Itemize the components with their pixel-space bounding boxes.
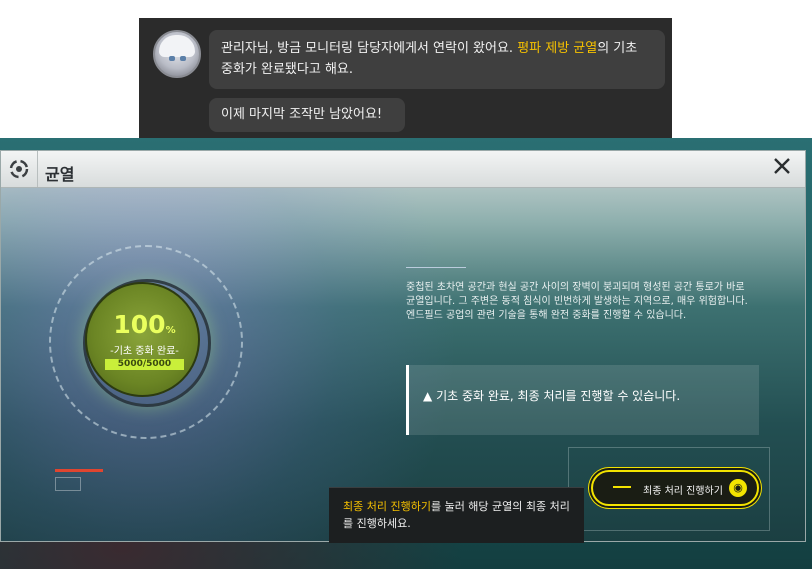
window-titlebar: 균열 bbox=[1, 151, 805, 188]
guide-tooltip: 최종 처리 진행하기를 눌러 해당 균열의 최종 처리를 진행하세요. bbox=[329, 487, 584, 543]
close-icon[interactable] bbox=[769, 156, 795, 182]
notice-text: ▲ 기초 중화 완료, 최종 처리를 진행할 수 있습니다. bbox=[423, 387, 680, 404]
progress-status-label: -기초 중화 완료- bbox=[110, 346, 179, 357]
rift-window: 균열 100% -기초 중화 완료- 5000/5000 중첩된 초차연 공간과… bbox=[0, 150, 806, 543]
window-title: 균열 bbox=[45, 165, 75, 184]
chat-panel: 관리자님, 방금 모니터링 담당자에게서 연락이 왔어요. 평파 제방 균열의 … bbox=[139, 18, 672, 142]
progress-counter-bar: 5000/5000 bbox=[105, 359, 184, 370]
chat-message-1-part1: 관리자님, 방금 모니터링 담당자에게서 연락이 왔어요. bbox=[221, 41, 518, 56]
red-indicator-line bbox=[55, 469, 103, 472]
notice-box: ▲ 기초 중화 완료, 최종 처리를 진행할 수 있습니다. bbox=[406, 365, 759, 435]
final-process-button[interactable]: 최종 처리 진행하기 ◉ bbox=[591, 470, 759, 506]
progress-percent: 100% bbox=[113, 310, 176, 339]
rift-description: 중첩된 초차연 공간과 현실 공간 사이의 장벽이 붕괴되며 형성된 공간 통로… bbox=[406, 282, 748, 321]
confirm-icon: ◉ bbox=[729, 479, 747, 497]
warning-icon: ▲ bbox=[423, 389, 433, 403]
swirl-logo-icon bbox=[1, 151, 38, 187]
chat-message-1-highlight: 평파 제방 균열 bbox=[517, 41, 598, 56]
final-process-button-label: 최종 처리 진행하기 bbox=[643, 486, 723, 497]
notice-message: 기초 중화 완료, 최종 처리를 진행할 수 있습니다. bbox=[436, 389, 681, 403]
status-indicator-box bbox=[55, 477, 81, 491]
tooltip-highlight: 최종 처리 진행하기 bbox=[343, 500, 431, 513]
avatar bbox=[153, 30, 201, 78]
chat-bubble-1: 관리자님, 방금 모니터링 담당자에게서 연락이 왔어요. 평파 제방 균열의 … bbox=[209, 30, 665, 89]
description-header-line bbox=[406, 267, 466, 274]
chat-bubble-2: 이제 마지막 조작만 남았어요! bbox=[209, 98, 405, 132]
progress-core: 100% -기초 중화 완료- 5000/5000 bbox=[85, 282, 200, 397]
button-dash-mark bbox=[613, 486, 631, 488]
chat-message-2: 이제 마지막 조작만 남았어요! bbox=[221, 107, 383, 122]
